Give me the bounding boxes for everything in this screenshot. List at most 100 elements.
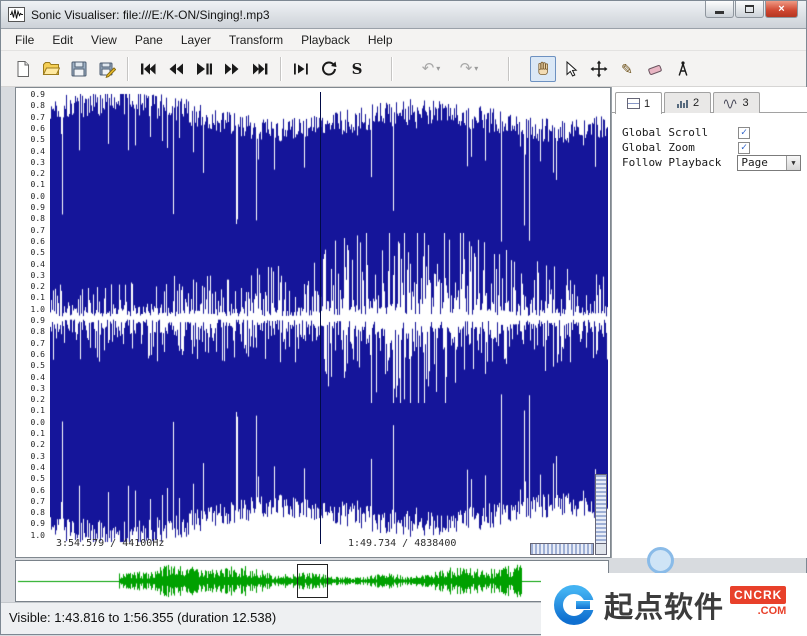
global-scroll-label: Global Scroll (622, 126, 738, 139)
axis-label: 0.3 (31, 159, 45, 167)
follow-playback-label: Follow Playback (622, 156, 737, 169)
fast-forward-button[interactable] (219, 56, 245, 82)
axis-label: 0.5 (31, 136, 45, 144)
overview-strip[interactable] (15, 560, 609, 602)
tool-erase-button[interactable] (642, 56, 668, 82)
global-scroll-checkbox[interactable]: ✓ (738, 127, 750, 139)
axis-label: 0.9 (31, 91, 45, 99)
open-session-button[interactable] (38, 56, 64, 82)
tool-edit-button[interactable] (586, 56, 612, 82)
tool-select-button[interactable] (558, 56, 584, 82)
maximize-button[interactable] (735, 1, 764, 18)
watermark-circle-logo (647, 547, 674, 574)
pane-tab-2[interactable]: 2 (664, 92, 711, 113)
waveform-canvas[interactable] (50, 92, 608, 544)
follow-playback-select[interactable]: Page ▼ (737, 155, 801, 171)
global-zoom-checkbox[interactable]: ✓ (738, 142, 750, 154)
global-zoom-label: Global Zoom (622, 141, 738, 154)
bars-thumbnail-icon (676, 98, 689, 109)
save-session-as-button[interactable] (94, 56, 120, 82)
loop-icon (320, 60, 338, 78)
toolbar-separator (127, 57, 128, 81)
pane-tabs: 1 2 3 (612, 87, 807, 113)
watermark-banner: 起点软件 CNCRK .COM (541, 573, 807, 636)
axis-label: 0.6 (31, 487, 45, 495)
duration-samplerate-label: 3:54.579 / 44100Hz (56, 538, 164, 549)
axis-label: 1.0 (31, 532, 45, 540)
play-selection-icon (292, 60, 310, 78)
visible-range-text: Visible: 1:43.816 to 1:56.355 (duration … (9, 610, 276, 625)
watermark-badge: CNCRK (730, 586, 786, 604)
axis-label: 0.1 (31, 294, 45, 302)
solo-pane-button[interactable]: S (344, 56, 370, 82)
pane-tab-3[interactable]: 3 (713, 92, 760, 113)
menu-edit[interactable]: Edit (43, 30, 82, 50)
play-pause-button[interactable] (191, 56, 217, 82)
check-icon: ✓ (741, 128, 747, 138)
zoom-reset-button[interactable] (595, 543, 607, 555)
axis-label: 0.9 (31, 204, 45, 212)
check-icon: ✓ (741, 143, 747, 153)
playhead-cursor (320, 92, 321, 544)
tool-measure-button[interactable] (670, 56, 696, 82)
menu-pane[interactable]: Pane (126, 30, 172, 50)
property-row: Global Zoom ✓ (622, 140, 801, 155)
axis-label: 1.0 (31, 306, 45, 314)
wave-thumbnail-icon (724, 98, 738, 109)
new-session-button[interactable] (10, 56, 36, 82)
axis-label: 0.8 (31, 328, 45, 336)
visible-region-box[interactable] (297, 564, 328, 598)
axis-label: 0.0 (31, 193, 45, 201)
fast-forward-to-end-icon (251, 60, 269, 78)
axis-label: 0.5 (31, 475, 45, 483)
axis-label: 0.4 (31, 261, 45, 269)
axis-label: 0.3 (31, 453, 45, 461)
axis-label: 0.9 (31, 317, 45, 325)
loop-playback-button[interactable] (316, 56, 342, 82)
vertical-zoom-wheel[interactable] (595, 474, 607, 544)
play-pause-icon (195, 60, 213, 78)
axis-label: 0.6 (31, 238, 45, 246)
fast-forward-icon (223, 60, 241, 78)
playhead-position-label: 1:49.734 / 4838400 (348, 538, 456, 549)
menu-bar: File Edit View Pane Layer Transform Play… (1, 29, 806, 51)
undo-button[interactable]: ↶ ▾ (413, 56, 449, 82)
axis-label: 0.8 (31, 509, 45, 517)
amplitude-axis: 0.9 0.8 0.7 0.6 0.5 0.4 0.3 0.2 0.1 0.0 0.9 0.8 0.7 0… (16, 88, 49, 557)
axis-label: 0.7 (31, 498, 45, 506)
menu-file[interactable]: File (6, 30, 43, 50)
redo-button[interactable]: ↷ ▾ (451, 56, 487, 82)
axis-label: 0.2 (31, 396, 45, 404)
chevron-down-icon: ▼ (786, 156, 800, 170)
watermark-domain: .COM (758, 605, 787, 617)
property-panel: 1 2 3 Global Scroll ✓ Global Zoom (611, 87, 807, 558)
axis-label: 0.7 (31, 114, 45, 122)
close-button[interactable]: × (765, 1, 798, 18)
app-window: { "window": { "title": "Sonic Visualiser… (0, 0, 807, 635)
constrain-playback-button[interactable] (288, 56, 314, 82)
axis-label: 0.2 (31, 283, 45, 291)
axis-label: 0.7 (31, 340, 45, 348)
tool-navigate-button[interactable] (530, 56, 556, 82)
horizontal-zoom-wheel[interactable] (530, 543, 594, 555)
menu-layer[interactable]: Layer (172, 30, 220, 50)
menu-transform[interactable]: Transform (220, 30, 292, 50)
rewind-to-start-button[interactable] (135, 56, 161, 82)
menu-playback[interactable]: Playback (292, 30, 359, 50)
app-waveform-icon (8, 7, 25, 22)
fast-forward-to-end-button[interactable] (247, 56, 273, 82)
eraser-icon (646, 60, 664, 78)
menu-help[interactable]: Help (359, 30, 402, 50)
menu-view[interactable]: View (82, 30, 126, 50)
save-session-button[interactable] (66, 56, 92, 82)
axis-label: 0.5 (31, 249, 45, 257)
axis-label: 0.4 (31, 374, 45, 382)
rewind-button[interactable] (163, 56, 189, 82)
watermark-g-logo (551, 582, 597, 628)
minimize-button[interactable] (705, 1, 734, 18)
watermark-brand-text: 起点软件 (604, 584, 724, 626)
new-document-icon (14, 60, 32, 78)
axis-label: 0.0 (31, 419, 45, 427)
pane-tab-1[interactable]: 1 (615, 92, 662, 114)
tool-draw-button[interactable]: ✎ (614, 56, 640, 82)
